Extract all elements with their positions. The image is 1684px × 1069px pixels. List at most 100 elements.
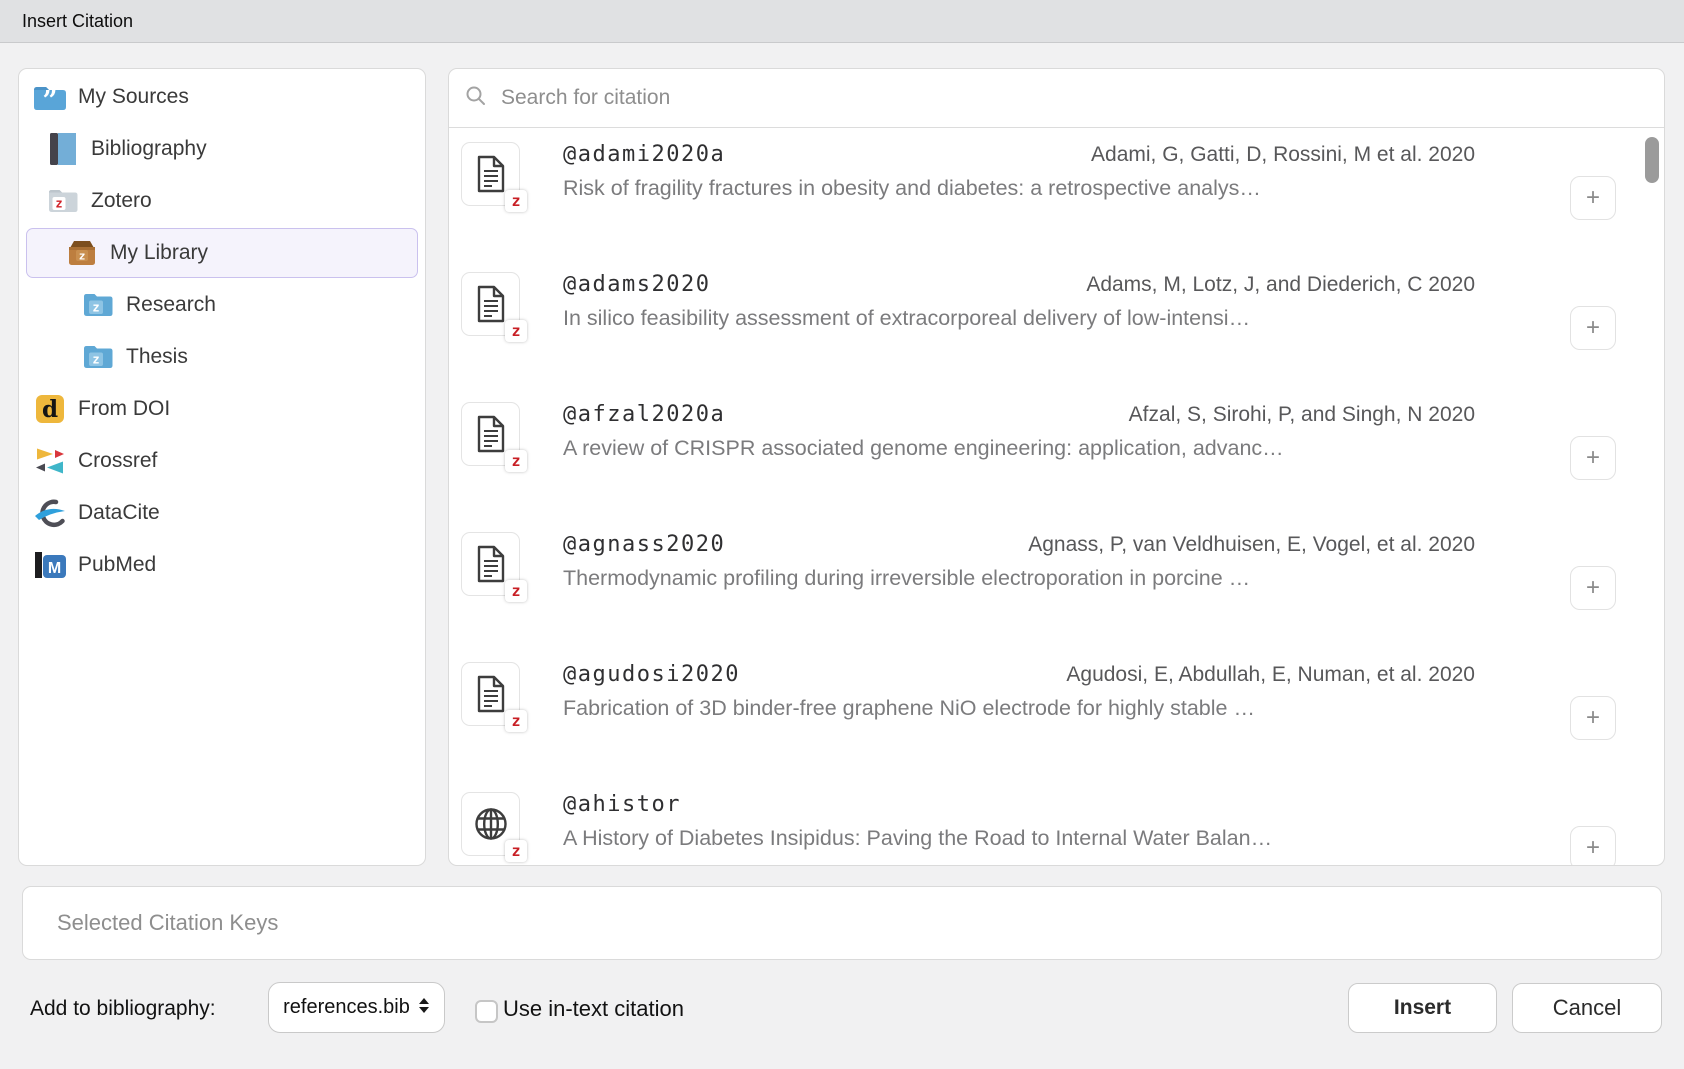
citation-key: @adami2020a xyxy=(563,142,725,167)
citation-list: z @adami2020a Adami, G, Gatti, D, Rossini,… xyxy=(449,128,1664,866)
citation-title: A review of CRISPR associated genome eng… xyxy=(563,436,1475,470)
selected-citation-keys-input[interactable] xyxy=(55,909,1661,937)
document-icon: z xyxy=(461,402,520,466)
cancel-button[interactable]: Cancel xyxy=(1512,983,1662,1033)
zotero-badge: z xyxy=(505,840,527,862)
sidebar-item-label: From DOI xyxy=(78,397,170,421)
add-citation-button[interactable]: + xyxy=(1570,176,1616,220)
sidebar-item-label: PubMed xyxy=(78,553,156,577)
insert-button[interactable]: Insert xyxy=(1348,983,1497,1033)
sidebar-item-label: Bibliography xyxy=(91,137,207,161)
svg-text:z: z xyxy=(79,250,86,263)
svg-text:z: z xyxy=(92,301,99,315)
blue-z-folder-icon: z xyxy=(80,292,116,318)
sources-folder-icon: ” xyxy=(32,83,68,111)
sidebar-item-from-doi[interactable]: d From DOI xyxy=(19,383,425,435)
sidebar-item-my-library[interactable]: z My Library xyxy=(19,227,425,279)
citation-title: Risk of fragility fractures in obesity a… xyxy=(563,176,1475,210)
crossref-icon xyxy=(32,446,68,476)
citation-title: Thermodynamic profiling during irreversi… xyxy=(563,566,1475,600)
svg-text:”: ” xyxy=(43,86,58,111)
sidebar-item-label: DataCite xyxy=(78,501,160,525)
citation-text: @afzal2020aAfzal, S, Sirohi, P, and Sing… xyxy=(563,402,1475,530)
library-box-icon: z xyxy=(64,239,100,267)
select-arrows-icon xyxy=(418,997,430,1019)
pubmed-icon: M xyxy=(32,550,68,580)
add-citation-button[interactable]: + xyxy=(1570,566,1616,610)
sources-sidebar: ” My Sources Bibliography z Zotero z My Lib… xyxy=(18,68,426,866)
sidebar-item-research[interactable]: z Research xyxy=(19,279,425,331)
citation-authors: Agnass, P, van Veldhuisen, E, Vogel, et … xyxy=(1028,533,1475,557)
doi-icon: d xyxy=(32,394,68,424)
sidebar-item-label: Zotero xyxy=(91,189,152,213)
dialog-title: Insert Citation xyxy=(22,11,133,32)
citation-title: Fabrication of 3D binder-free graphene N… xyxy=(563,696,1475,730)
sidebar-item-label: Research xyxy=(126,293,216,317)
add-to-bibliography-label: Add to bibliography: xyxy=(30,997,216,1021)
citation-key: @agnass2020 xyxy=(563,532,725,557)
citation-authors: Adams, M, Lotz, J, and Diederich, C 2020 xyxy=(1086,273,1475,297)
selected-keys-field-wrap xyxy=(22,886,1662,960)
sidebar-item-label: My Library xyxy=(110,241,208,265)
svg-text:z: z xyxy=(92,353,99,367)
zotero-badge: z xyxy=(505,320,527,342)
citation-key: @agudosi2020 xyxy=(563,662,740,687)
sidebar-item-thesis[interactable]: z Thesis xyxy=(19,331,425,383)
search-icon xyxy=(465,85,487,112)
citation-row[interactable]: z @adams2020 Adams, M, Lotz, J, and Dieder… xyxy=(449,270,1664,400)
citation-key: @adams2020 xyxy=(563,272,710,297)
document-icon: z xyxy=(461,272,520,336)
sidebar-item-zotero[interactable]: z Zotero xyxy=(19,175,425,227)
add-citation-button[interactable]: + xyxy=(1570,436,1616,480)
citation-key: @ahistor xyxy=(563,792,681,817)
citation-text: @adami2020a Adami, G, Gatti, D, Rossini, … xyxy=(563,142,1475,270)
sidebar-item-crossref[interactable]: Crossref xyxy=(19,435,425,487)
insert-citation-dialog: Insert Citation ” My Sources Bibliography… xyxy=(0,0,1684,1069)
sidebar-item-label: My Sources xyxy=(78,85,189,109)
scrollbar-thumb[interactable] xyxy=(1645,137,1659,183)
add-citation-button[interactable]: + xyxy=(1570,306,1616,350)
sidebar-item-my-sources[interactable]: ” My Sources xyxy=(19,71,425,123)
svg-text:M: M xyxy=(48,560,61,577)
zotero-badge: z xyxy=(505,580,527,602)
citation-row[interactable]: z @afzal2020aAfzal, S, Sirohi, P, and Sin… xyxy=(449,400,1664,530)
zotero-badge: z xyxy=(505,710,527,732)
zotero-folder-icon: z xyxy=(45,188,81,214)
bibliography-select[interactable]: references.bib xyxy=(268,982,445,1033)
citation-authors: Agudosi, E, Abdullah, E, Numan, et al. 2… xyxy=(1066,663,1475,687)
citation-list-panel: z @adami2020a Adami, G, Gatti, D, Rossini,… xyxy=(448,68,1665,866)
citation-authors: Adami, G, Gatti, D, Rossini, M et al. 20… xyxy=(1091,143,1475,167)
citation-row[interactable]: z @agudosi2020 Agudosi, E, Abdullah, E, Nu… xyxy=(449,660,1664,790)
document-icon: z xyxy=(461,532,520,596)
citation-title: In silico feasibility assessment of extr… xyxy=(563,306,1475,340)
svg-text:z: z xyxy=(55,197,62,211)
sidebar-item-bibliography[interactable]: Bibliography xyxy=(19,123,425,175)
use-intext-checkbox[interactable] xyxy=(475,1000,498,1023)
sidebar-item-label: Thesis xyxy=(126,345,188,369)
zotero-badge: z xyxy=(505,190,527,212)
citation-row[interactable]: z @agnass2020 Agnass, P, van Veldhuisen, E… xyxy=(449,530,1664,660)
bibliography-select-value: references.bib xyxy=(283,996,410,1019)
citation-text: @agudosi2020 Agudosi, E, Abdullah, E, Num… xyxy=(563,662,1475,790)
sidebar-item-pubmed[interactable]: M PubMed xyxy=(19,539,425,591)
citation-text: @adams2020 Adams, M, Lotz, J, and Diederi… xyxy=(563,272,1475,400)
citation-row[interactable]: z @adami2020a Adami, G, Gatti, D, Rossini,… xyxy=(449,140,1664,270)
blue-z-folder-icon: z xyxy=(80,344,116,370)
search-input[interactable] xyxy=(499,85,1664,111)
title-bar: Insert Citation xyxy=(0,0,1684,43)
book-icon xyxy=(45,132,81,166)
citation-row[interactable]: z @ahistor A History of Diabetes Insipidus… xyxy=(449,790,1664,866)
sidebar-item-label: Crossref xyxy=(78,449,157,473)
citation-text: @agnass2020 Agnass, P, van Veldhuisen, E,… xyxy=(563,532,1475,660)
globe-icon: z xyxy=(461,792,520,856)
add-citation-button[interactable]: + xyxy=(1570,826,1616,866)
use-intext-label: Use in-text citation xyxy=(503,996,684,1022)
citation-title: A History of Diabetes Insipidus: Paving … xyxy=(563,826,1475,860)
citation-key: @afzal2020a xyxy=(563,402,725,427)
sidebar-item-datacite[interactable]: DataCite xyxy=(19,487,425,539)
svg-text:d: d xyxy=(42,396,58,423)
add-citation-button[interactable]: + xyxy=(1570,696,1616,740)
zotero-badge: z xyxy=(505,450,527,472)
search-row xyxy=(449,69,1664,128)
datacite-icon xyxy=(32,498,68,528)
